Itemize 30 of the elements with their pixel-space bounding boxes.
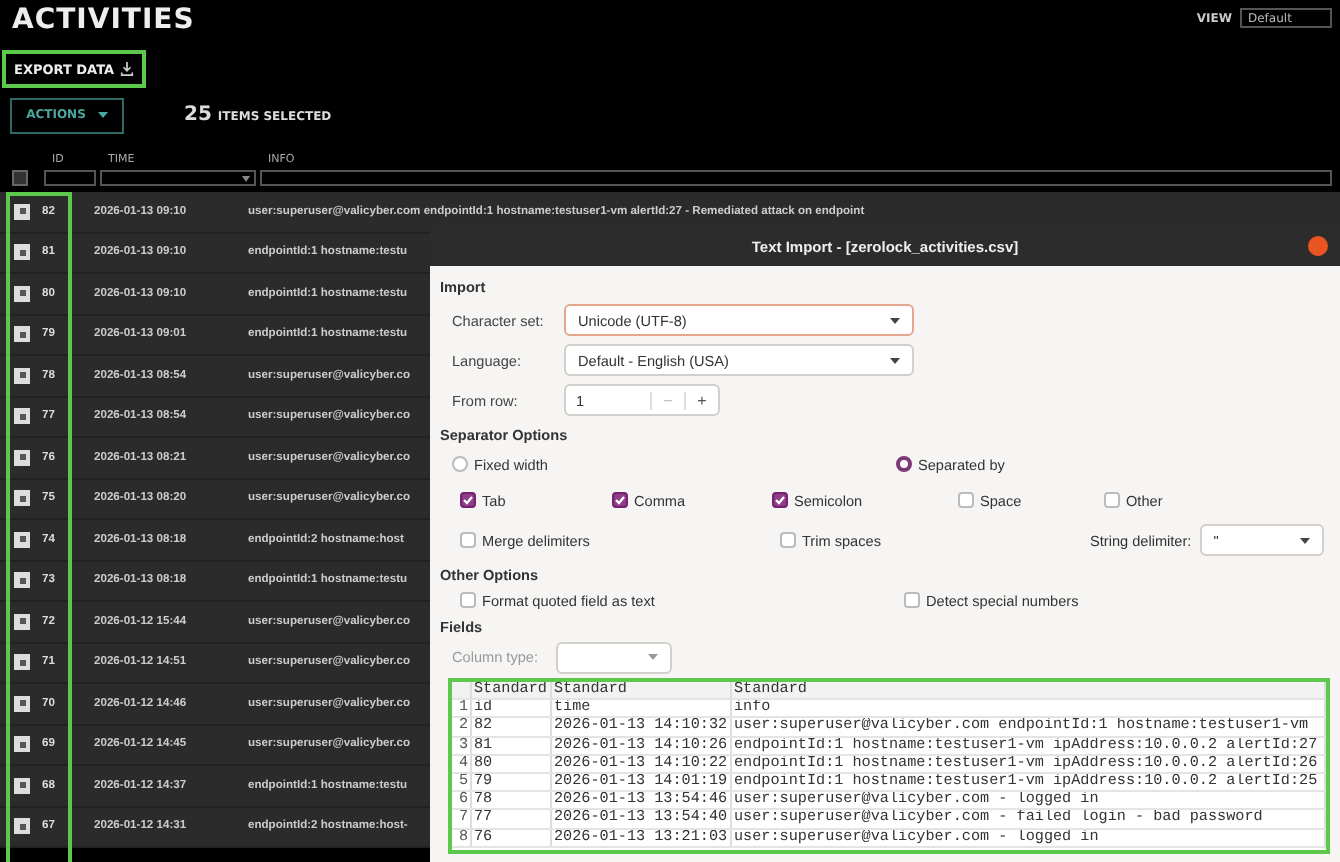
caret-icon <box>242 175 250 181</box>
download-icon <box>120 62 135 76</box>
check-icon <box>462 494 474 506</box>
row-checkbox[interactable] <box>14 654 30 671</box>
page-title: ACTIVITIES <box>12 4 195 36</box>
row-checkbox[interactable] <box>14 408 30 425</box>
row-checkbox[interactable] <box>14 777 30 794</box>
row-checkbox[interactable] <box>14 285 30 302</box>
row-checkbox[interactable] <box>14 449 30 466</box>
select-all-checkbox[interactable] <box>12 170 28 186</box>
filter-select[interactable] <box>100 170 256 186</box>
row-checkbox[interactable] <box>14 736 30 753</box>
row-checkbox[interactable] <box>14 613 30 630</box>
caret-icon <box>1299 537 1310 543</box>
row-checkbox[interactable] <box>14 244 30 261</box>
row-checkbox[interactable] <box>14 695 30 712</box>
caret-icon <box>97 112 108 118</box>
row-checkbox[interactable] <box>14 531 30 548</box>
check-icon <box>614 494 626 506</box>
filter-field[interactable] <box>260 170 1332 186</box>
row-checkbox[interactable] <box>14 326 30 343</box>
row-checkbox[interactable] <box>14 490 30 507</box>
caret-icon <box>648 654 658 660</box>
row-checkbox[interactable] <box>14 367 30 384</box>
row-checkbox[interactable] <box>14 203 30 220</box>
check-icon <box>774 494 786 506</box>
row-checkbox[interactable] <box>14 572 30 589</box>
row-checkbox[interactable] <box>14 818 30 835</box>
filter-field[interactable] <box>44 170 96 186</box>
close-button[interactable] <box>1308 236 1328 256</box>
